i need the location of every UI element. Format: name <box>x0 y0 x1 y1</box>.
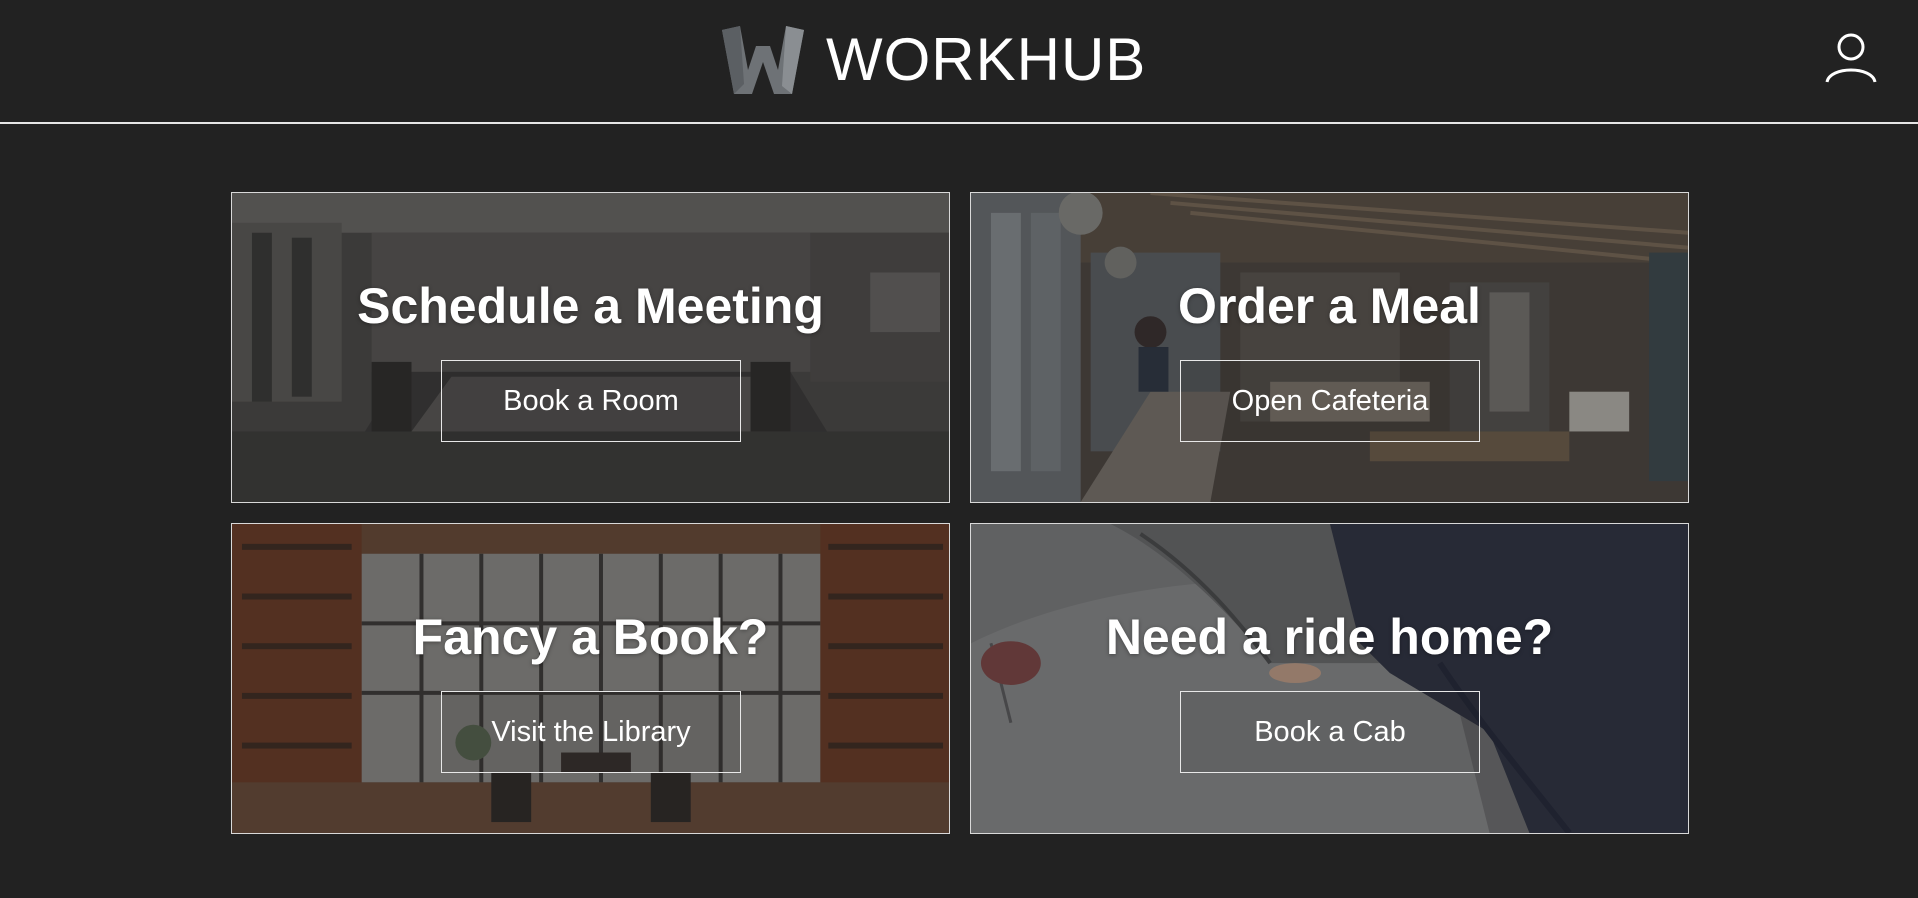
image-overlay <box>232 524 949 833</box>
book-room-button[interactable]: Book a Room <box>441 360 741 442</box>
user-profile-icon <box>1825 33 1877 83</box>
card-title: Need a ride home? <box>1105 609 1554 665</box>
user-profile-button[interactable] <box>1822 30 1880 88</box>
brand[interactable]: WORKHUB <box>722 24 1146 96</box>
image-overlay <box>971 524 1688 833</box>
brand-name: WORKHUB <box>826 26 1147 93</box>
image-overlay <box>971 193 1688 502</box>
meal-card: Order a Meal Open Cafeteria <box>970 192 1689 503</box>
card-title: Fancy a Book? <box>412 609 769 665</box>
image-overlay <box>232 193 949 502</box>
book-cab-button[interactable]: Book a Cab <box>1180 691 1480 773</box>
ride-card: Need a ride home? Book a Cab <box>970 523 1689 834</box>
workhub-logo-icon <box>722 26 804 94</box>
open-cafeteria-button[interactable]: Open Cafeteria <box>1180 360 1480 442</box>
meeting-card: Schedule a Meeting Book a Room <box>231 192 950 503</box>
app-header: WORKHUB <box>0 0 1918 124</box>
visit-library-button[interactable]: Visit the Library <box>441 691 741 773</box>
card-title: Order a Meal <box>1178 278 1481 334</box>
library-card: Fancy a Book? Visit the Library <box>231 523 950 834</box>
card-title: Schedule a Meeting <box>357 278 824 334</box>
